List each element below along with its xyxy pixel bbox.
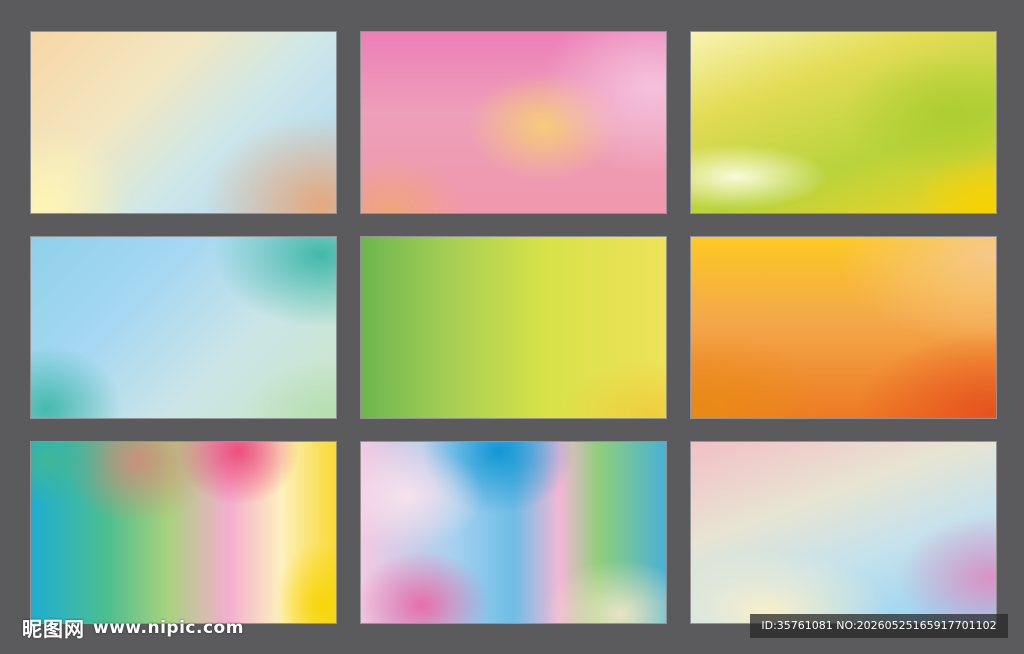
watermark-brand: 昵图网 [22, 617, 85, 641]
watermark-logo: 昵图网 www.nipic.com [22, 613, 244, 642]
gradient-swatch-4 [30, 236, 337, 419]
gradient-swatch-7 [30, 441, 337, 624]
gradient-swatch-grid: 昵图网 www.nipic.com ID:35761081 NO:2026052… [0, 0, 1024, 654]
gradient-swatch-2 [360, 31, 667, 214]
gradient-swatch-3 [690, 31, 997, 214]
gradient-swatch-8 [360, 441, 667, 624]
watermark-id-badge: ID:35761081 NO:20260525165917701102 [750, 614, 1008, 638]
gradient-swatch-6 [690, 236, 997, 419]
gradient-swatch-5 [360, 236, 667, 419]
watermark-url: www.nipic.com [93, 617, 244, 638]
gradient-swatch-1 [30, 31, 337, 214]
gradient-swatch-9 [690, 441, 997, 624]
